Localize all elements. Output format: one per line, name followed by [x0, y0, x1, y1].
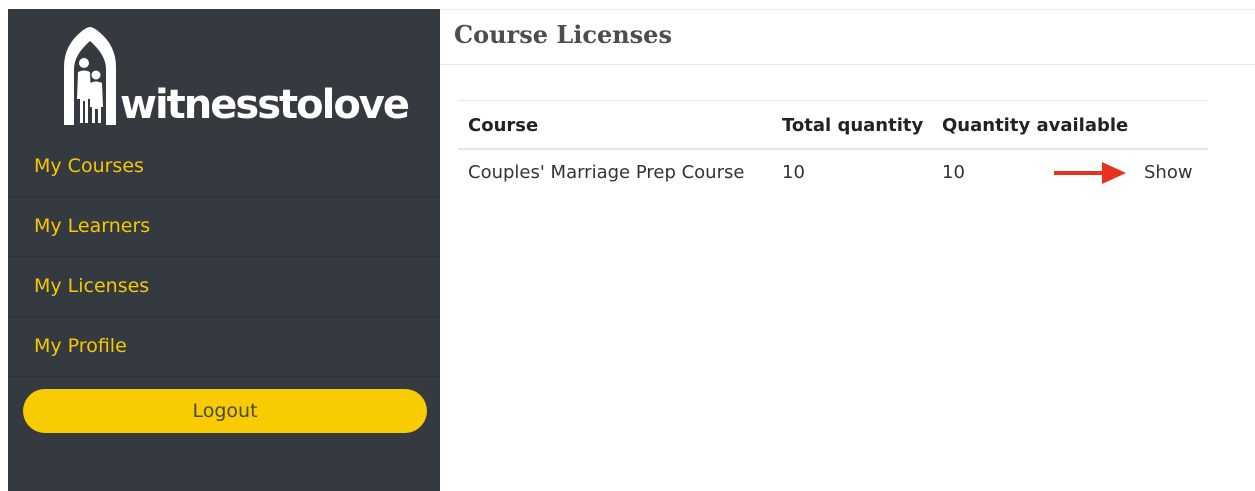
brand-logo-text: witnesstolove [120, 82, 410, 128]
table-row: Couples' Marriage Prep Course 10 10 Show [458, 150, 1208, 194]
column-header-quantity-available: Quantity available [942, 115, 1129, 136]
quantity-available-cell: 10 [942, 162, 965, 183]
sidebar-item-label: My Licenses [34, 275, 150, 297]
show-link[interactable]: Show [1144, 162, 1193, 183]
sidebar: witnesstolove My Courses My Learners My … [8, 9, 440, 491]
page-header: Course Licenses [440, 9, 1255, 65]
app-frame: witnesstolove My Courses My Learners My … [8, 9, 1255, 491]
sidebar-item-label: My Learners [34, 215, 151, 237]
column-header-total-quantity: Total quantity [782, 115, 924, 136]
licenses-table: Course Total quantity Quantity available… [458, 100, 1208, 194]
sidebar-item-label: My Courses [34, 155, 144, 177]
sidebar-item-my-profile[interactable]: My Profile [8, 317, 440, 377]
table-header-row: Course Total quantity Quantity available [458, 101, 1208, 150]
red-arrow-icon [1054, 162, 1126, 184]
sidebar-item-label: My Profile [34, 335, 127, 357]
column-header-course: Course [468, 115, 539, 136]
church-arch-couple-icon [64, 27, 116, 125]
sidebar-item-my-courses[interactable]: My Courses [8, 137, 440, 197]
main-content: Course Licenses Course Total quantity Qu… [440, 9, 1255, 491]
course-name-cell: Couples' Marriage Prep Course [468, 162, 745, 183]
page-title: Course Licenses [454, 20, 672, 49]
total-quantity-cell: 10 [782, 162, 805, 183]
brand-logo[interactable]: witnesstolove [60, 27, 410, 127]
logout-button[interactable]: Logout [23, 389, 427, 433]
sidebar-item-my-licenses[interactable]: My Licenses [8, 257, 440, 317]
sidebar-item-my-learners[interactable]: My Learners [8, 197, 440, 257]
